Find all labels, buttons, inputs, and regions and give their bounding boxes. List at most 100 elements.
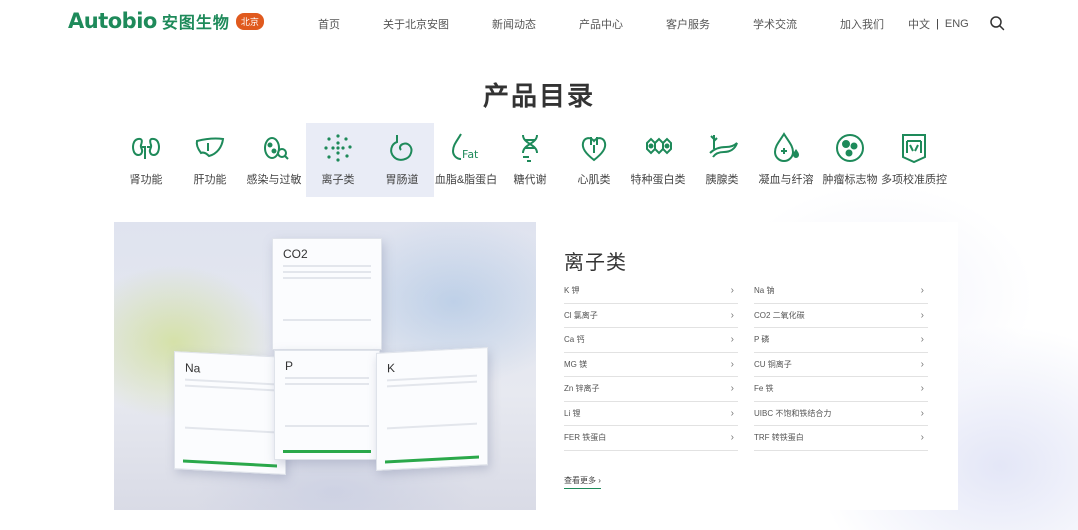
- chevron-right-icon: ›: [598, 476, 601, 485]
- ion-dots-icon: [321, 131, 355, 165]
- product-box-label: Na: [185, 360, 201, 376]
- chevron-right-icon: ›: [730, 432, 734, 444]
- category-cardiac[interactable]: 心肌类: [562, 123, 626, 197]
- box-stripe: [283, 450, 371, 453]
- dna-icon: [513, 131, 547, 165]
- box-line: [185, 384, 275, 392]
- category-label: 多项校准质控: [881, 174, 947, 186]
- chevron-right-icon: ›: [730, 407, 734, 419]
- box-line: [387, 422, 477, 430]
- category-infection[interactable]: 感染与过敏: [242, 123, 306, 197]
- lang-separator: |: [936, 18, 939, 30]
- category-label: 感染与过敏: [246, 174, 302, 186]
- category-label: 心肌类: [577, 174, 611, 186]
- list-item[interactable]: MG 镁 ›: [564, 353, 738, 377]
- logo-chinese-name: 安图生物: [161, 15, 230, 32]
- view-more-label: 查看更多: [564, 476, 596, 485]
- lang-chinese[interactable]: 中文: [908, 16, 930, 32]
- nav-about[interactable]: 关于北京安图: [383, 16, 449, 32]
- item-label: Fe 铁: [754, 384, 774, 394]
- box-stripe: [183, 459, 277, 468]
- search-icon[interactable]: [989, 15, 1005, 31]
- view-more-link[interactable]: 查看更多 ›: [564, 475, 601, 489]
- list-item[interactable]: K 钾 ›: [564, 279, 738, 304]
- category-kidney[interactable]: 肾功能: [114, 123, 178, 197]
- fat-drop-icon: Fat: [449, 131, 483, 165]
- list-item[interactable]: Na 钠 ›: [754, 279, 928, 304]
- box-line: [285, 377, 369, 379]
- list-item[interactable]: CU 铜离子 ›: [754, 353, 928, 377]
- blood-drop-icon: [769, 131, 803, 165]
- box-stripe: [385, 455, 479, 464]
- product-box-label: CO2: [283, 247, 308, 261]
- cell-icon: [833, 131, 867, 165]
- product-image: CO2 Na P K: [114, 222, 536, 510]
- nav-home[interactable]: 首页: [318, 16, 340, 32]
- kidney-icon: [129, 131, 163, 165]
- item-label: Li 锂: [564, 408, 581, 418]
- list-item[interactable]: Ca 钙 ›: [564, 328, 738, 353]
- item-label: UIBC 不饱和铁结合力: [754, 408, 832, 418]
- category-protein[interactable]: 特种蛋白类: [626, 123, 690, 197]
- category-lipid[interactable]: Fat 血脂&脂蛋白: [434, 123, 498, 197]
- item-label: TRF 转铁蛋白: [754, 433, 804, 443]
- category-label: 特种蛋白类: [630, 174, 686, 186]
- nav-service[interactable]: 客户服务: [666, 16, 710, 32]
- item-label: Ca 钙: [564, 335, 585, 345]
- category-row: 肾功能 肝功能 感染与过敏 离子类 胃肠道 Fat 血脂&脂蛋白 糖代谢 心肌类…: [114, 123, 947, 197]
- chevron-right-icon: ›: [920, 358, 924, 370]
- chevron-right-icon: ›: [920, 432, 924, 444]
- box-line: [285, 425, 369, 427]
- category-label: 肾功能: [129, 174, 163, 186]
- category-gastro[interactable]: 胃肠道: [370, 123, 434, 197]
- category-label: 肿瘤标志物: [822, 174, 878, 186]
- category-pancreas[interactable]: 胰腺类: [690, 123, 754, 197]
- category-label: 肝功能: [193, 174, 227, 186]
- list-item[interactable]: Fe 铁 ›: [754, 377, 928, 402]
- category-ions[interactable]: 离子类: [306, 123, 370, 197]
- svg-text:Fat: Fat: [462, 148, 479, 161]
- product-box-na: Na: [174, 351, 286, 475]
- category-label: 胃肠道: [385, 174, 419, 186]
- item-label: P 磷: [754, 335, 770, 345]
- list-item[interactable]: Li 锂 ›: [564, 402, 738, 426]
- category-coagulation[interactable]: 凝血与纤溶: [754, 123, 818, 197]
- product-list-panel: 离子类 K 钾 › Na 钠 › Cl 氯离子 › CO2 二氧化碳 › Ca 钙 › P…: [536, 222, 958, 510]
- category-glucose[interactable]: 糖代谢: [498, 123, 562, 197]
- list-item[interactable]: TRF 转铁蛋白 ›: [754, 426, 928, 451]
- box-line: [285, 383, 369, 385]
- list-item[interactable]: P 磷 ›: [754, 328, 928, 353]
- logo-location-badge: 北京: [235, 12, 264, 30]
- category-tumor[interactable]: 肿瘤标志物: [818, 123, 882, 197]
- nav-join[interactable]: 加入我们: [840, 16, 884, 32]
- main-nav: 首页 关于北京安图 新闻动态 产品中心 客户服务 学术交流 加入我们: [318, 16, 927, 32]
- nav-products[interactable]: 产品中心: [579, 16, 623, 32]
- chevron-right-icon: ›: [920, 407, 924, 419]
- pancreas-icon: [705, 131, 739, 165]
- box-line: [283, 319, 371, 321]
- list-item[interactable]: FER 铁蛋白 ›: [564, 426, 738, 451]
- category-label: 糖代谢: [513, 174, 547, 186]
- product-box-k: K: [376, 347, 488, 471]
- product-box-co2: CO2: [272, 238, 382, 350]
- liver-icon: [193, 131, 227, 165]
- list-item[interactable]: UIBC 不饱和铁结合力 ›: [754, 402, 928, 426]
- list-item[interactable]: Cl 氯离子 ›: [564, 304, 738, 328]
- category-calibration[interactable]: 多项校准质控: [881, 123, 947, 197]
- list-item[interactable]: Zn 锌离子 ›: [564, 377, 738, 402]
- item-label: CO2 二氧化碳: [754, 310, 805, 320]
- list-item[interactable]: CO2 二氧化碳 ›: [754, 304, 928, 328]
- nav-news[interactable]: 新闻动态: [492, 16, 536, 32]
- category-liver[interactable]: 肝功能: [178, 123, 242, 197]
- item-label: Na 钠: [754, 286, 775, 296]
- category-label: 血脂&脂蛋白: [434, 174, 498, 186]
- protein-icon: [641, 131, 675, 165]
- item-label: Zn 锌离子: [564, 384, 600, 394]
- language-switch: 中文 | ENG: [908, 16, 969, 32]
- product-box-label: P: [285, 359, 294, 373]
- logo[interactable]: Autobio 安图生物 北京: [68, 9, 264, 33]
- lang-english[interactable]: ENG: [945, 18, 969, 30]
- nav-academic[interactable]: 学术交流: [753, 16, 797, 32]
- page-title: 产品目录: [482, 81, 595, 111]
- item-label: CU 铜离子: [754, 359, 792, 369]
